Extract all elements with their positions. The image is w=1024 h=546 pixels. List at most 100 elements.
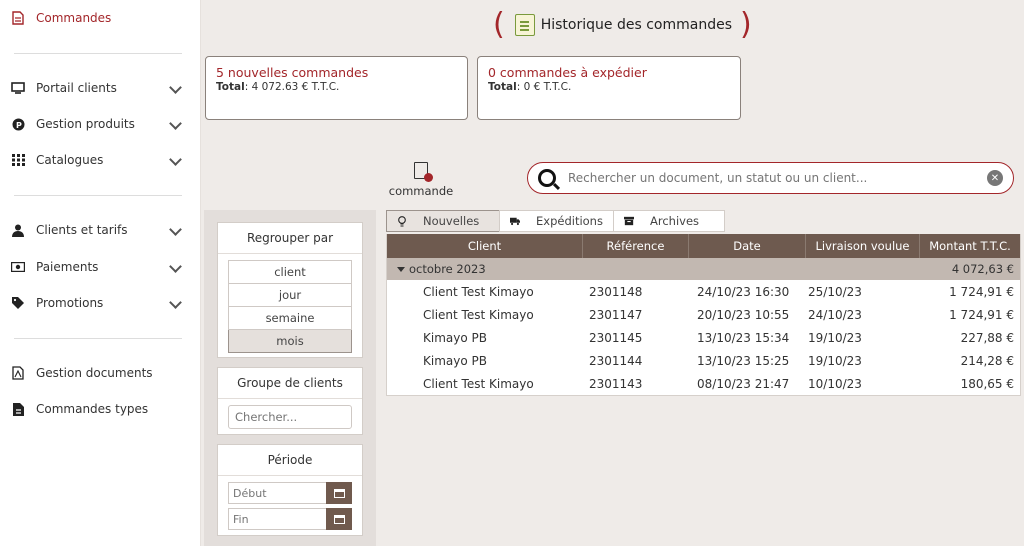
pdf-file-icon (10, 365, 26, 381)
chevron-down-icon (169, 117, 182, 130)
client-group-title: Groupe de clients (218, 368, 362, 399)
cell-delivery: 25/10/23 (808, 284, 862, 299)
search-icon[interactable] (538, 169, 556, 187)
table-row[interactable]: Client Test Kimayo 2301147 20/10/23 10:5… (387, 303, 1020, 326)
table-row[interactable]: Client Test Kimayo 2301143 08/10/23 21:4… (387, 372, 1020, 395)
file-icon (10, 10, 26, 26)
cell-amount: 227,88 € (960, 330, 1014, 345)
tab-label: Archives (650, 214, 700, 228)
banknote-icon (10, 259, 26, 275)
sidebar-item-portail-clients[interactable]: Portail clients (0, 76, 200, 100)
client-group-search-input[interactable] (228, 405, 352, 429)
tag-icon (10, 295, 26, 311)
new-order-label: commande (388, 184, 454, 198)
sidebar-item-label: Commandes (36, 11, 112, 25)
search-input[interactable] (566, 170, 987, 186)
column-reference[interactable]: Référence (583, 234, 689, 258)
end-calendar-button[interactable] (326, 508, 352, 530)
cell-reference: 2301143 (589, 376, 643, 391)
tab-expeditions[interactable]: Expéditions (499, 210, 614, 232)
column-amount[interactable]: Montant T.T.C. (920, 234, 1020, 258)
tab-label: Expéditions (536, 214, 603, 228)
divider (14, 53, 182, 54)
column-date[interactable]: Date (689, 234, 806, 258)
sidebar-item-gestion-produits[interactable]: P Gestion produits (0, 112, 200, 136)
cell-client: Kimayo PB (423, 330, 487, 345)
tab-archives[interactable]: Archives (613, 210, 725, 232)
cell-date: 24/10/23 16:30 (697, 284, 790, 299)
truck-icon (510, 216, 520, 226)
clear-search-icon[interactable]: ✕ (987, 170, 1003, 186)
user-icon (10, 222, 26, 238)
sidebar-item-commandes[interactable]: Commandes (0, 6, 200, 30)
divider (14, 195, 182, 196)
new-orders-card[interactable]: 5 nouvelles commandes Total: 4 072.63 € … (205, 56, 468, 120)
new-orders-heading: 5 nouvelles commandes (216, 65, 369, 80)
tab-nouvelles[interactable]: Nouvelles (386, 210, 500, 232)
cell-date: 20/10/23 10:55 (697, 307, 790, 322)
cell-date: 08/10/23 21:47 (697, 376, 790, 391)
orders-to-ship-heading: 0 commandes à expédier (488, 65, 647, 80)
cell-delivery: 24/10/23 (808, 307, 862, 322)
cell-amount: 1 724,91 € (949, 284, 1014, 299)
end-date-row (228, 508, 352, 530)
start-date-input[interactable] (228, 482, 326, 504)
group-by-title: Regrouper par (218, 223, 362, 254)
tab-label: Nouvelles (423, 214, 480, 228)
cell-client: Kimayo PB (423, 353, 487, 368)
cell-amount: 180,65 € (960, 376, 1014, 391)
cell-delivery: 19/10/23 (808, 353, 862, 368)
sidebar-item-label: Paiements (36, 260, 99, 274)
table-row[interactable]: Kimayo PB 2301144 13/10/23 15:25 19/10/2… (387, 349, 1020, 372)
cell-delivery: 19/10/23 (808, 330, 862, 345)
cell-reference: 2301147 (589, 307, 643, 322)
group-row[interactable]: octobre 2023 4 072,63 € (387, 258, 1020, 280)
cell-date: 13/10/23 15:25 (697, 353, 790, 368)
sidebar-item-promotions[interactable]: Promotions (0, 291, 200, 315)
archive-icon (624, 216, 634, 226)
sidebar-item-clients-tarifs[interactable]: Clients et tarifs (0, 218, 200, 242)
group-option-jour[interactable]: jour (228, 284, 352, 307)
sidebar-item-label: Gestion produits (36, 117, 135, 131)
page-title: ( Historique des commandes ) (493, 8, 752, 42)
table-header: Client Référence Date Livraison voulue M… (387, 234, 1020, 258)
client-group-box: Groupe de clients (217, 367, 363, 435)
calendar-icon (333, 514, 345, 524)
search-bar: ✕ (527, 162, 1014, 194)
cell-reference: 2301148 (589, 284, 643, 299)
chevron-down-icon (169, 296, 182, 309)
group-option-client[interactable]: client (228, 260, 352, 284)
lightbulb-icon (397, 215, 407, 227)
order-list-icon (514, 14, 535, 36)
start-calendar-button[interactable] (326, 482, 352, 504)
table-row[interactable]: Client Test Kimayo 2301148 24/10/23 16:3… (387, 280, 1020, 303)
sidebar-item-catalogues[interactable]: Catalogues (0, 148, 200, 172)
group-option-mois[interactable]: mois (228, 330, 352, 353)
cell-delivery: 10/10/23 (808, 376, 862, 391)
column-delivery[interactable]: Livraison voulue (806, 234, 920, 258)
cell-client: Client Test Kimayo (423, 307, 534, 322)
group-option-semaine[interactable]: semaine (228, 307, 352, 330)
sidebar-item-paiements[interactable]: Paiements (0, 255, 200, 279)
divider (14, 338, 182, 339)
monitor-icon (10, 80, 26, 96)
cell-date: 13/10/23 15:34 (697, 330, 790, 345)
sidebar-item-label: Commandes types (36, 402, 149, 416)
table-row[interactable]: Kimayo PB 2301145 13/10/23 15:34 19/10/2… (387, 326, 1020, 349)
paren-left-decoration: ( (493, 7, 505, 42)
paren-right-decoration: ) (739, 7, 752, 42)
svg-text:P: P (16, 121, 22, 130)
new-document-icon (414, 162, 433, 182)
end-date-input[interactable] (228, 508, 326, 530)
page-title-text: Historique des commandes (540, 17, 732, 33)
group-by-box: Regrouper par client jour semaine mois (217, 222, 363, 358)
chevron-down-icon (169, 260, 182, 273)
orders-to-ship-card[interactable]: 0 commandes à expédier Total: 0 € T.T.C. (477, 56, 741, 120)
new-order-button[interactable]: commande (388, 162, 454, 202)
orders-table: Client Référence Date Livraison voulue M… (386, 234, 1021, 396)
cell-reference: 2301144 (589, 353, 643, 368)
column-client[interactable]: Client (387, 234, 583, 258)
sidebar-item-gestion-documents[interactable]: Gestion documents (0, 361, 200, 385)
cell-amount: 1 724,91 € (949, 307, 1014, 322)
sidebar-item-commandes-types[interactable]: Commandes types (0, 397, 200, 421)
